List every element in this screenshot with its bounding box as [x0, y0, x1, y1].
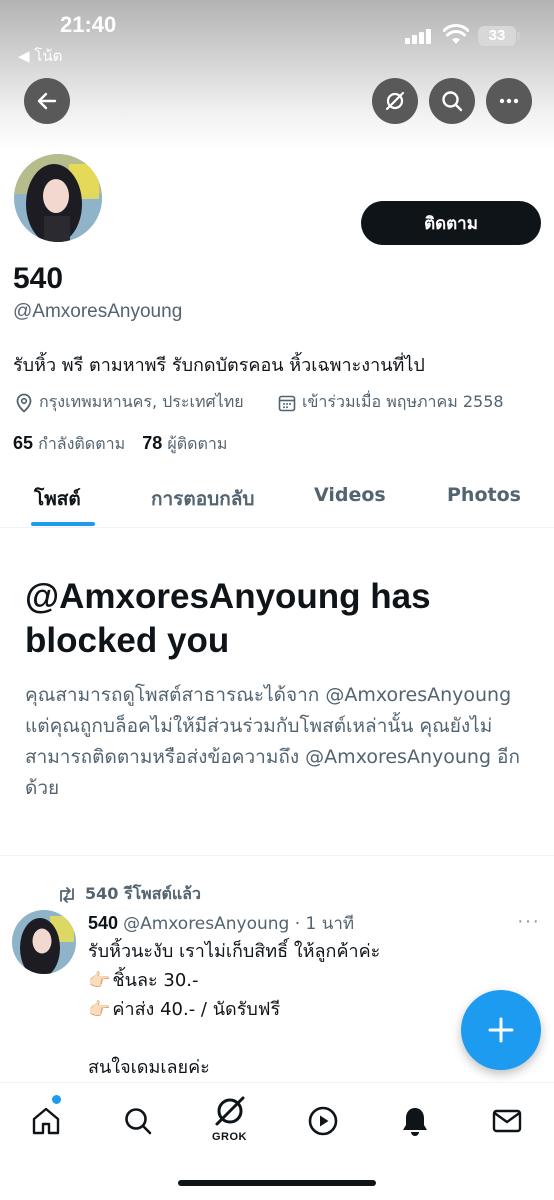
notification-dot — [52, 1095, 61, 1104]
profile-tabs: โพสต์ การตอบกลับ Videos Photos — [0, 470, 554, 528]
repost-icon — [60, 886, 74, 903]
calendar-icon — [278, 395, 296, 411]
pointing-hand-icon: 👉🏻 — [88, 999, 111, 1020]
blocked-description: คุณสามารถดูโพสต์สาธารณะได้จาก @AmxoresAn… — [25, 684, 520, 799]
signal-icon — [405, 28, 435, 44]
tweet-header: 540 @AmxoresAnyoung · 1 นาที — [88, 910, 354, 937]
search-icon — [125, 1108, 152, 1135]
nav-search[interactable] — [118, 1101, 158, 1141]
tab-posts[interactable]: โพสต์ — [34, 484, 81, 514]
grok-icon — [385, 91, 405, 111]
nav-video[interactable] — [303, 1101, 343, 1141]
wifi-icon — [443, 24, 469, 44]
divider — [0, 855, 554, 856]
back-to-app-link[interactable]: ◀ โน้ต — [18, 44, 62, 68]
location-text: กรุงเทพมหานคร, ประเทศไทย — [39, 392, 244, 411]
avatar-image — [14, 154, 102, 242]
profile-joined-date: เข้าร่วมเมื่อ พฤษภาคม 2558 — [278, 390, 504, 415]
profile-stats: 65 กำลังติดตาม 78 ผู้ติดตาม — [13, 432, 239, 457]
tab-replies[interactable]: การตอบกลับ — [151, 484, 254, 514]
plus-icon — [488, 1017, 514, 1043]
home-indicator — [178, 1180, 376, 1186]
profile-bio: รับหิ้ว พรี ตามหาพรี รับกดบัตรคอน หิ้วเฉ… — [13, 355, 425, 376]
profile-handle: @AmxoresAnyoung — [13, 301, 183, 322]
more-icon — [499, 98, 519, 104]
back-button[interactable] — [24, 78, 70, 124]
followers-stat[interactable]: 78 ผู้ติดตาม — [142, 433, 239, 453]
grok-button[interactable] — [372, 78, 418, 124]
nav-home[interactable] — [26, 1101, 66, 1141]
display-name: 540 — [13, 262, 64, 295]
tab-photos[interactable]: Photos — [447, 484, 521, 506]
bell-icon — [403, 1108, 427, 1136]
envelope-icon — [492, 1109, 522, 1133]
follow-button[interactable]: ติดตาม — [361, 201, 541, 245]
grok-icon — [215, 1096, 245, 1126]
active-tab-indicator — [31, 522, 95, 526]
more-button[interactable] — [486, 78, 532, 124]
followers-label: ผู้ติดตาม — [167, 434, 228, 453]
repost-label: 540 รีโพสต์แล้ว — [85, 884, 201, 903]
profile-avatar[interactable] — [10, 150, 106, 246]
tweet-author-name[interactable]: 540 — [88, 913, 118, 933]
nav-notifications[interactable] — [395, 1101, 435, 1141]
tab-videos[interactable]: Videos — [314, 484, 386, 506]
tweet-line-item: 👉🏻 ชิ้นละ 30.- — [88, 966, 528, 995]
profile-location: กรุงเทพมหานคร, ประเทศไทย — [15, 390, 244, 415]
compose-button[interactable] — [461, 990, 541, 1070]
repost-indicator: 540 รีโพสต์แล้ว — [57, 882, 201, 907]
tweet-avatar-image — [12, 910, 76, 974]
tweet-line: รับหิ้วนะงับ เราไม่เก็บสิทธิ์ ให้ลูกค้าค… — [88, 941, 381, 962]
status-bar: 21:40 ◀ โน้ต 33 — [0, 0, 554, 70]
tweet-body: รับหิ้วนะงับ เราไม่เก็บสิทธิ์ ให้ลูกค้าค… — [88, 937, 528, 1082]
search-button[interactable] — [429, 78, 475, 124]
tweet-line: สนใจเดมเลยค่ะ — [88, 1057, 210, 1078]
status-time: 21:40 — [60, 12, 117, 37]
grok-label: GROK — [212, 1131, 247, 1143]
following-label: กำลังติดตาม — [38, 434, 126, 453]
home-icon — [32, 1107, 60, 1135]
tweet-line: ค่าส่ง 40.- / นัดรับฟรี — [112, 999, 281, 1020]
nav-grok[interactable] — [210, 1091, 250, 1131]
location-pin-icon — [16, 393, 32, 413]
arrow-left-icon — [37, 92, 57, 110]
tweet-more-icon[interactable]: ··· — [517, 910, 540, 933]
tweet-line: ชิ้นละ 30.- — [112, 970, 199, 991]
followers-count: 78 — [142, 433, 163, 453]
pointing-hand-icon: 👉🏻 — [88, 970, 111, 991]
following-count: 65 — [13, 433, 34, 453]
blocked-title: @AmxoresAnyoung has blocked you — [25, 577, 431, 660]
search-icon — [442, 91, 463, 112]
following-stat[interactable]: 65 กำลังติดตาม — [13, 433, 137, 453]
joined-text: เข้าร่วมเมื่อ พฤษภาคม 2558 — [302, 392, 504, 411]
play-circle-icon — [308, 1106, 338, 1136]
nav-messages[interactable] — [487, 1101, 527, 1141]
battery-icon: 33 — [478, 26, 520, 46]
tweet-avatar[interactable] — [12, 910, 76, 974]
tweet-handle-time: @AmxoresAnyoung · 1 นาที — [123, 914, 355, 934]
